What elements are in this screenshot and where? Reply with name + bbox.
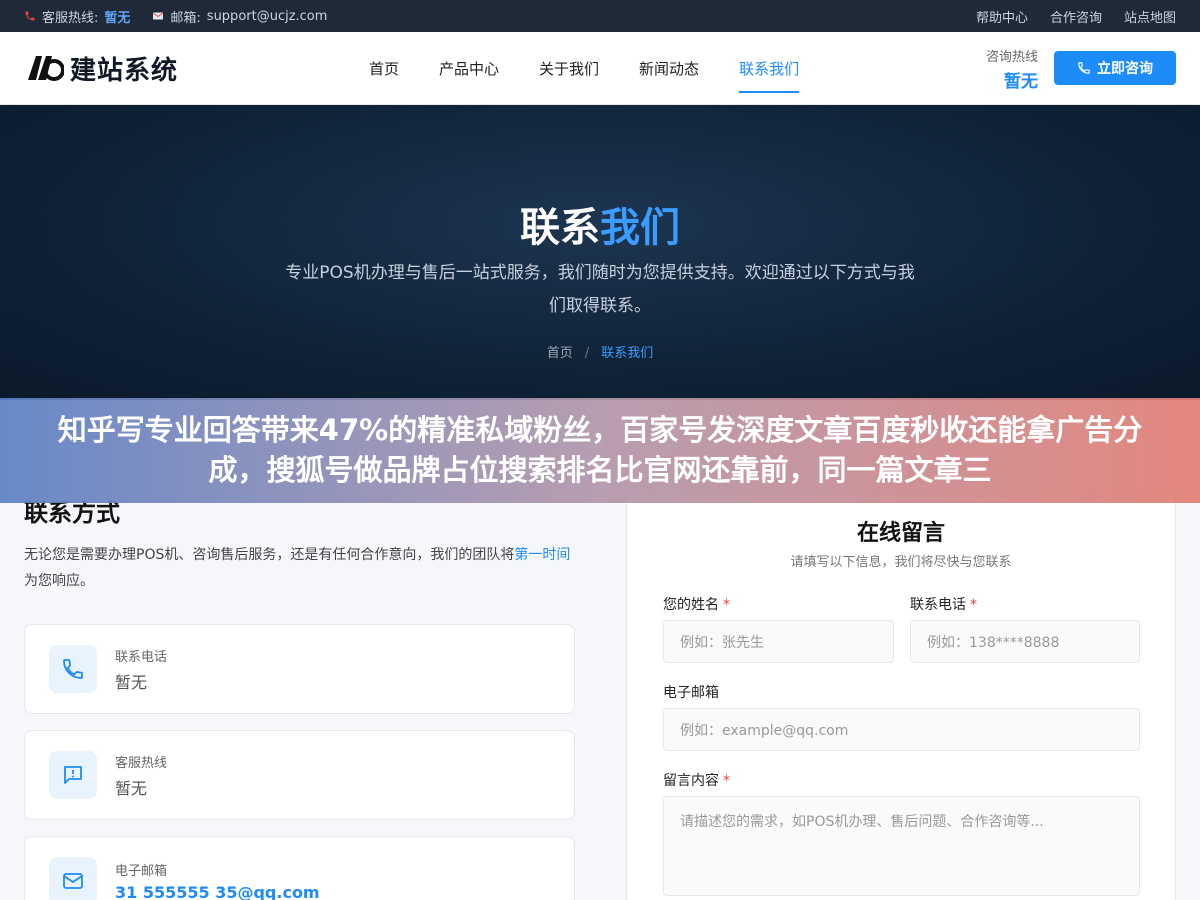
required-mark: * bbox=[723, 773, 730, 789]
phone-label: 联系电话 * bbox=[910, 594, 977, 614]
contact-intro-end: 为您响应。 bbox=[24, 573, 94, 589]
hero-title: 联系我们 bbox=[0, 195, 1200, 253]
email-label: 电子邮箱 bbox=[663, 685, 719, 701]
contact-card-hotline: 客服热线 暂无 bbox=[24, 730, 575, 820]
form-subtitle: 请填写以下信息，我们将尽快与您联系 bbox=[790, 555, 1012, 570]
nav-home[interactable]: 首页 bbox=[369, 32, 399, 105]
main-nav: 首页 产品中心 关于我们 新闻动态 联系我们 bbox=[369, 32, 800, 105]
contact-card-email: 电子邮箱 31 555555 35@qq.com bbox=[24, 836, 575, 900]
contact-card-value[interactable]: 31 555555 35@qq.com bbox=[115, 883, 320, 900]
topbar-hotline: 客服热线: 暂无 bbox=[24, 7, 130, 26]
top-bar: 客服热线: 暂无 邮箱: support@ucjz.com 帮助中心 合作咨询 … bbox=[0, 0, 1200, 32]
topbar-hotline-label: 客服热线: bbox=[42, 10, 99, 26]
message-label-text: 留言内容 bbox=[663, 773, 719, 789]
topbar-email-value[interactable]: support@ucjz.com bbox=[207, 9, 328, 24]
hero-description: 专业POS机办理与售后一站式服务，我们随时为您提供支持。欢迎通过以下方式与我们取… bbox=[285, 263, 915, 316]
consult-button[interactable]: 立即咨询 bbox=[1054, 51, 1176, 85]
hero-title-part2: 我们 bbox=[600, 205, 680, 251]
overlay-banner[interactable]: 知乎写专业回答带来47%的精准私域粉丝，百家号发深度文章百度秒收还能拿广告分成，… bbox=[0, 398, 1200, 503]
header-hotline: 咨询热线 暂无 bbox=[986, 46, 1038, 92]
contact-intro-highlight: 第一时间 bbox=[514, 547, 571, 563]
contact-card-value: 暂无 bbox=[115, 778, 148, 798]
site-logo[interactable]: 建站系统 bbox=[24, 50, 344, 87]
breadcrumb: 首页 / 联系我们 bbox=[0, 342, 1200, 361]
hero-section: 联系我们 专业POS机办理与售后一站式服务，我们随时为您提供支持。欢迎通过以下方… bbox=[0, 105, 1200, 400]
name-input[interactable]: 例如：张先生 bbox=[663, 620, 894, 663]
phone-icon bbox=[49, 645, 97, 693]
contact-intro-text: 无论您是需要办理POS机、咨询售后服务，还是有任何合作意向，我们的团队将 bbox=[24, 547, 515, 563]
header-hotline-label: 咨询热线 bbox=[985, 50, 1038, 65]
topbar-hotline-value: 暂无 bbox=[104, 10, 131, 26]
email-input[interactable]: 例如：example@qq.com bbox=[663, 708, 1140, 751]
site-header: 建站系统 首页 产品中心 关于我们 新闻动态 联系我们 咨询热线 暂无 立即咨询 bbox=[0, 32, 1200, 105]
contact-info: 联系方式 无论您是需要办理POS机、咨询售后服务，还是有任何合作意向，我们的团队… bbox=[24, 493, 576, 900]
mail-icon bbox=[49, 857, 97, 900]
contact-card-label: 电子邮箱 bbox=[115, 864, 168, 879]
breadcrumb-separator: / bbox=[584, 346, 590, 361]
form-title: 在线留言 bbox=[856, 521, 945, 546]
logo-text: 建站系统 bbox=[70, 55, 179, 86]
name-label: 您的姓名 * bbox=[663, 594, 730, 614]
logo-icon bbox=[28, 56, 64, 81]
breadcrumb-current: 联系我们 bbox=[601, 346, 654, 361]
phone-icon bbox=[1078, 62, 1090, 74]
topbar-email: 邮箱: support@ucjz.com bbox=[152, 7, 327, 26]
required-mark: * bbox=[970, 597, 977, 613]
nav-products[interactable]: 产品中心 bbox=[439, 32, 499, 105]
nav-contact[interactable]: 联系我们 bbox=[739, 32, 800, 105]
contact-card-label: 客服热线 bbox=[115, 755, 168, 771]
message-form: 在线留言 请填写以下信息，我们将尽快与您联系 您的姓名 * 例如：张先生 联系电话… bbox=[626, 488, 1176, 900]
topbar-link-cooperation[interactable]: 合作咨询 bbox=[1050, 7, 1102, 26]
contact-intro: 无论您是需要办理POS机、咨询售后服务，还是有任何合作意向，我们的团队将第一时间… bbox=[24, 542, 576, 594]
consult-button-label: 立即咨询 bbox=[1097, 61, 1153, 77]
mail-icon bbox=[152, 10, 164, 22]
name-label-text: 您的姓名 bbox=[663, 597, 719, 613]
hero-title-part1: 联系 bbox=[520, 205, 600, 251]
phone-input[interactable]: 例如：138****8888 bbox=[910, 620, 1140, 663]
phone-icon bbox=[24, 10, 36, 22]
message-label: 留言内容 * bbox=[663, 770, 730, 790]
breadcrumb-home[interactable]: 首页 bbox=[547, 346, 573, 361]
contact-card-value: 暂无 bbox=[115, 672, 148, 692]
nav-about[interactable]: 关于我们 bbox=[539, 32, 599, 105]
contact-card-label: 联系电话 bbox=[115, 649, 168, 665]
phone-label-text: 联系电话 bbox=[910, 597, 966, 613]
message-icon bbox=[49, 751, 97, 799]
header-hotline-value: 暂无 bbox=[1004, 72, 1038, 92]
topbar-link-sitemap[interactable]: 站点地图 bbox=[1124, 7, 1176, 26]
topbar-link-help[interactable]: 帮助中心 bbox=[976, 7, 1028, 26]
contact-content: 联系方式 无论您是需要办理POS机、咨询售后服务，还是有任何合作意向，我们的团队… bbox=[0, 488, 1200, 900]
message-textarea[interactable]: 请描述您的需求，如POS机办理、售后问题、合作咨询等... bbox=[663, 796, 1140, 896]
required-mark: * bbox=[723, 597, 730, 613]
nav-news[interactable]: 新闻动态 bbox=[639, 32, 699, 105]
contact-card-phone: 联系电话 暂无 bbox=[24, 624, 575, 714]
topbar-email-label: 邮箱: bbox=[170, 10, 201, 26]
